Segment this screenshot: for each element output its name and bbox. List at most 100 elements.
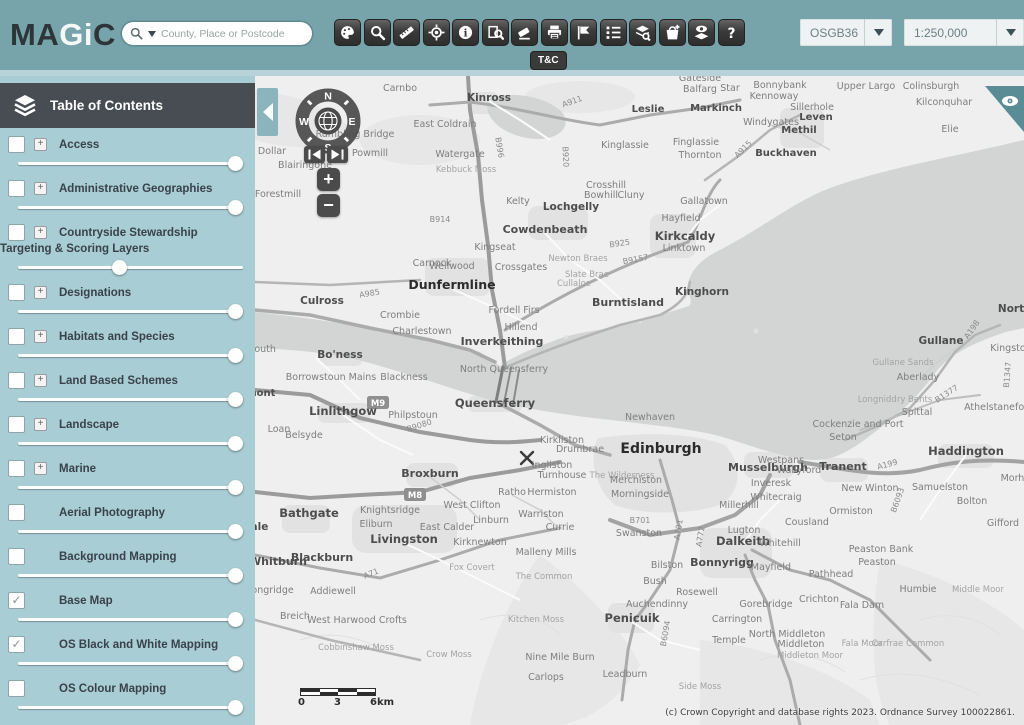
opacity-slider[interactable] xyxy=(18,348,243,363)
layer-checkbox[interactable] xyxy=(8,180,25,197)
basket-button[interactable] xyxy=(659,19,686,46)
expand-button[interactable]: + xyxy=(34,182,47,195)
opacity-slider[interactable] xyxy=(18,392,243,407)
map-label: Edinburgh xyxy=(620,441,701,457)
erase-button[interactable] xyxy=(511,19,538,46)
expand-button[interactable]: + xyxy=(34,462,47,475)
toc-header: Table of Contents xyxy=(0,83,255,128)
slider-handle[interactable] xyxy=(228,304,243,319)
layer-row: +Marine xyxy=(0,460,255,477)
slider-handle[interactable] xyxy=(228,436,243,451)
expand-button[interactable]: + xyxy=(34,374,47,387)
search-input[interactable] xyxy=(161,28,304,40)
map-label: Bolton xyxy=(957,496,988,507)
slider-handle[interactable] xyxy=(228,348,243,363)
opacity-slider[interactable] xyxy=(18,200,243,215)
next-extent-button[interactable] xyxy=(327,146,348,163)
zoom-in-button[interactable]: + xyxy=(317,168,340,191)
map-label: Temple xyxy=(711,635,746,646)
opacity-slider[interactable] xyxy=(18,436,243,451)
overview-map-toggle[interactable] xyxy=(984,86,1024,132)
slider-handle[interactable] xyxy=(228,700,243,715)
question-mark-icon: ? xyxy=(723,24,740,41)
opacity-slider[interactable] xyxy=(18,700,243,715)
opacity-slider[interactable] xyxy=(18,568,243,583)
map-colours-button[interactable] xyxy=(334,19,361,46)
scale-select[interactable]: 1:250,000 xyxy=(904,19,1024,46)
map-viewport[interactable]: M9M8 DollarBlairingonePowmillRumbling Br… xyxy=(255,76,1024,725)
slider-handle[interactable] xyxy=(228,156,243,171)
layer-checkbox[interactable] xyxy=(8,328,25,345)
layer-checkbox[interactable] xyxy=(8,372,25,389)
compass-east: E xyxy=(348,116,355,128)
layer-checkbox[interactable] xyxy=(8,136,25,153)
search-layers-button[interactable] xyxy=(629,19,656,46)
compass-control[interactable]: N E S W xyxy=(294,87,362,155)
map-label: Tranent xyxy=(819,460,867,473)
slider-handle[interactable] xyxy=(228,568,243,583)
projection-select[interactable]: OSGB36 xyxy=(800,19,892,46)
expand-button[interactable]: + xyxy=(34,330,47,343)
map-label: Lochgelly xyxy=(543,201,599,213)
opacity-slider[interactable] xyxy=(18,656,243,671)
slider-handle[interactable] xyxy=(228,200,243,215)
slider-handle[interactable] xyxy=(228,392,243,407)
layer-checkbox[interactable] xyxy=(8,284,25,301)
sidebar-collapse-button[interactable] xyxy=(257,88,278,136)
dropdown-caret-icon[interactable] xyxy=(148,31,156,37)
legend-button[interactable] xyxy=(600,19,627,46)
opacity-slider[interactable] xyxy=(18,480,243,495)
zoom-button[interactable] xyxy=(364,19,391,46)
slider-handle[interactable] xyxy=(228,656,243,671)
slider-handle[interactable] xyxy=(228,612,243,627)
slider-track xyxy=(18,310,243,313)
layer-checkbox[interactable] xyxy=(8,504,25,521)
opacity-slider[interactable] xyxy=(18,260,243,275)
expand-button[interactable]: + xyxy=(34,418,47,431)
slider-handle[interactable] xyxy=(228,480,243,495)
opacity-slider[interactable] xyxy=(18,304,243,319)
expand-button[interactable]: + xyxy=(34,226,47,239)
scale-caret-icon[interactable] xyxy=(996,19,1024,46)
layer-checkbox[interactable]: ✓ xyxy=(8,636,25,653)
layer-checkbox[interactable] xyxy=(8,416,25,433)
map-label: Kilconquhar xyxy=(916,97,972,108)
slider-handle[interactable] xyxy=(112,260,127,275)
print-button[interactable] xyxy=(541,19,568,46)
query-button[interactable] xyxy=(482,19,509,46)
projection-caret-icon[interactable] xyxy=(864,19,892,46)
measure-button[interactable] xyxy=(393,19,420,46)
layer-checkbox[interactable] xyxy=(8,460,25,477)
slider-track xyxy=(18,354,243,357)
expand-button[interactable]: + xyxy=(34,286,47,299)
annotate-button[interactable] xyxy=(570,19,597,46)
search-box[interactable] xyxy=(122,22,312,45)
palette-icon xyxy=(339,24,356,41)
terms-tooltip[interactable]: T&C xyxy=(530,51,567,70)
map-label: Bonnybank xyxy=(753,80,807,91)
map-label: Ratho xyxy=(498,487,526,498)
toc-item: +Background Mapping xyxy=(0,548,255,583)
map-label: Longridge xyxy=(255,585,294,596)
header-divider xyxy=(0,70,1024,76)
layer-checkbox[interactable] xyxy=(8,680,25,697)
opacity-slider[interactable] xyxy=(18,612,243,627)
layer-checkbox[interactable]: ✓ xyxy=(8,592,25,609)
help-button[interactable]: ? xyxy=(718,19,745,46)
layer-checkbox[interactable] xyxy=(8,548,25,565)
previous-extent-button[interactable] xyxy=(304,146,325,163)
slider-handle[interactable] xyxy=(228,524,243,539)
locate-button[interactable] xyxy=(423,19,450,46)
layer-visibility-button[interactable] xyxy=(688,19,715,46)
scale-bar-graphic xyxy=(300,688,376,696)
opacity-slider[interactable] xyxy=(18,156,243,171)
identify-button[interactable]: i xyxy=(452,19,479,46)
expand-button[interactable]: + xyxy=(34,138,47,151)
scale-label-end: 6km xyxy=(370,697,394,708)
eye-icon xyxy=(1002,96,1018,106)
opacity-slider[interactable] xyxy=(18,524,243,539)
map-label: Middle Moor xyxy=(952,585,1005,595)
zoom-out-button[interactable]: − xyxy=(317,194,340,217)
layer-label: Access xyxy=(59,139,99,151)
layer-checkbox[interactable] xyxy=(8,224,25,241)
